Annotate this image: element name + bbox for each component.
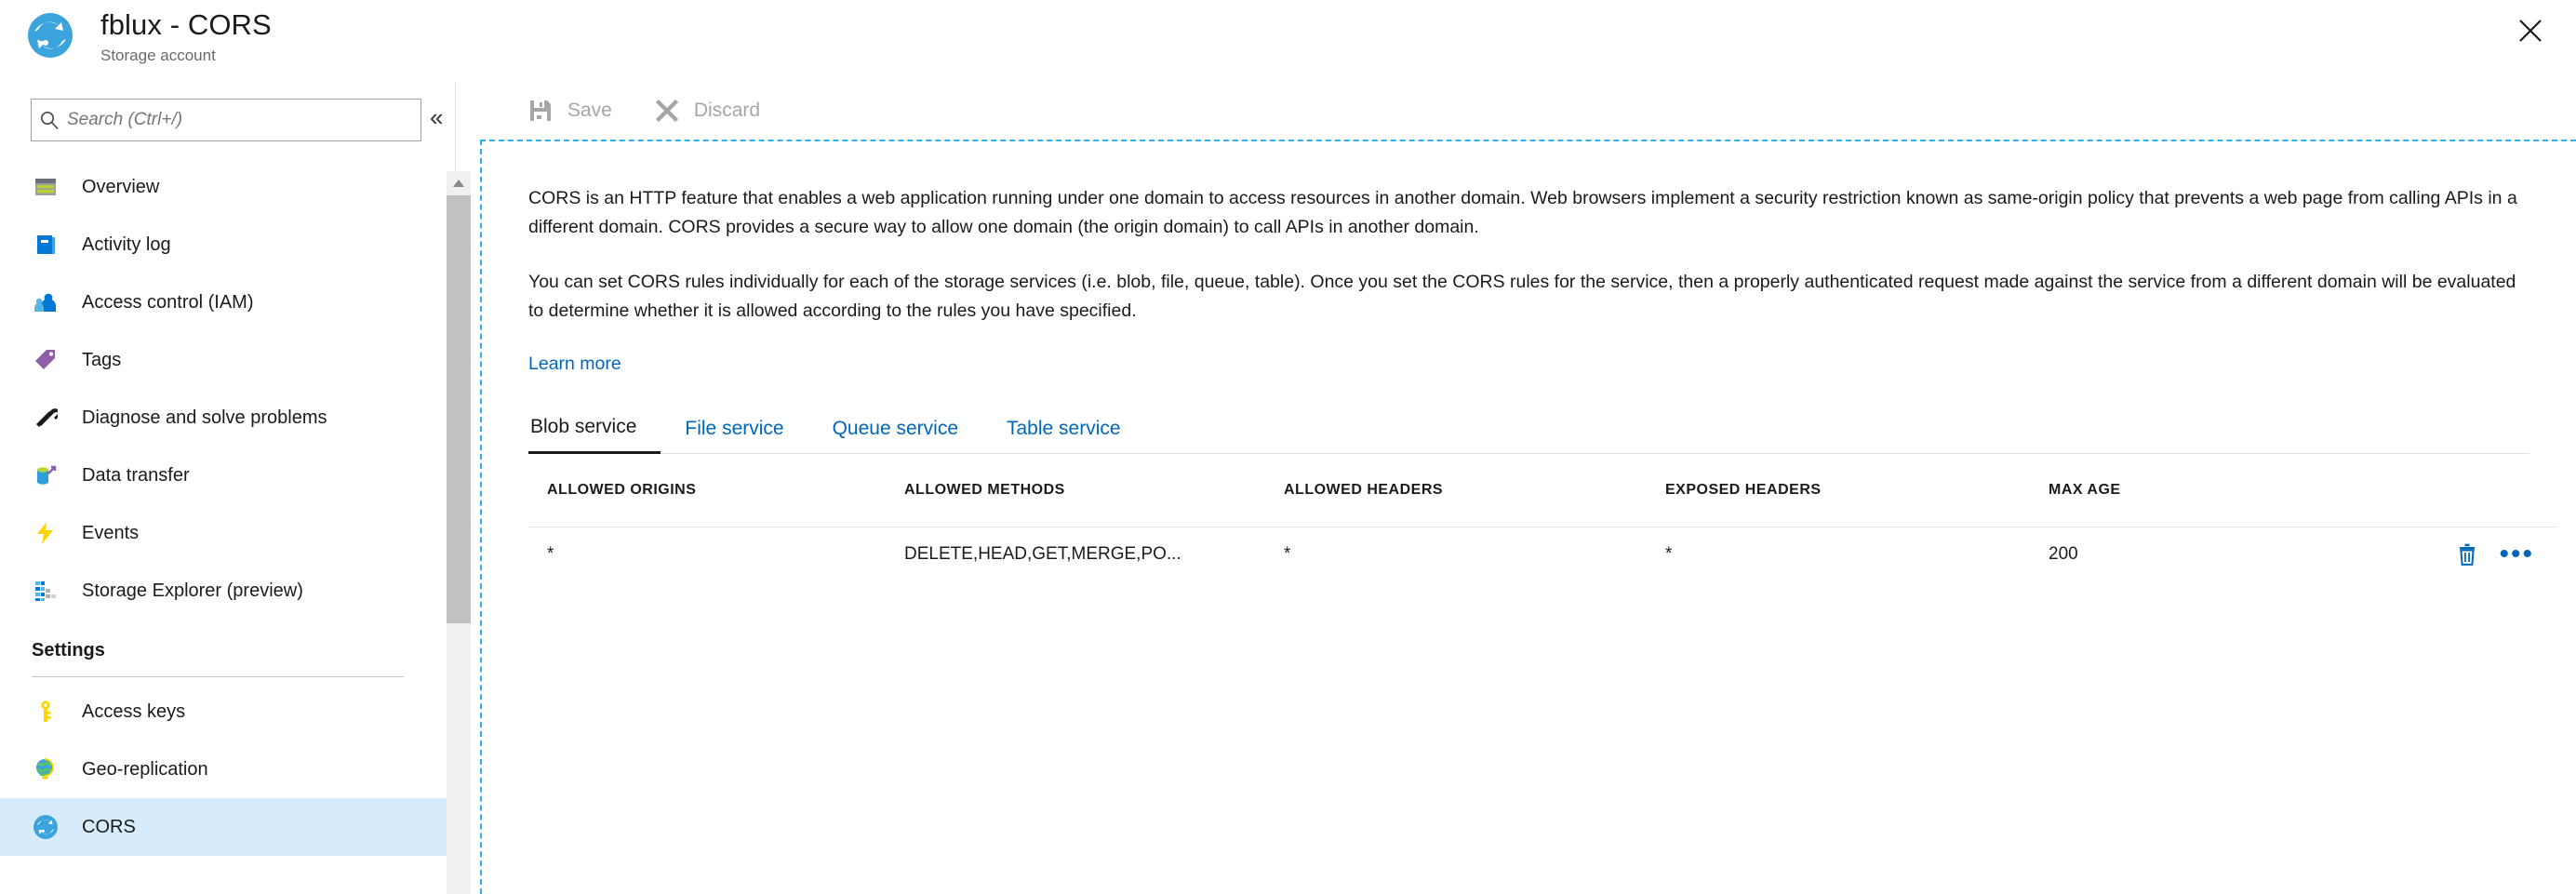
collapse-sidebar-button[interactable]: «: [430, 105, 443, 129]
tab-file-service[interactable]: File service: [661, 418, 808, 453]
discard-x-icon: [653, 97, 681, 125]
blade-sidebar: « Overview: [0, 82, 471, 894]
sidebar-item-label: Geo-replication: [82, 758, 208, 780]
sidebar-item-label: Activity log: [82, 234, 171, 255]
cors-rules-table: ALLOWED ORIGINS ALLOWED METHODS ALLOWED …: [528, 454, 2556, 580]
scrollbar-thumb[interactable]: [447, 195, 471, 623]
sidebar-section-settings: Settings: [0, 620, 447, 667]
trash-icon[interactable]: [2456, 542, 2478, 567]
overview-icon: [32, 173, 60, 201]
column-header-exposed-headers: EXPOSED HEADERS: [1665, 482, 1822, 498]
tab-queue-service[interactable]: Queue service: [808, 418, 982, 453]
save-button[interactable]: Save: [527, 97, 612, 125]
tags-icon: [32, 346, 60, 374]
blade-content: Save Discard CORS is an HTTP feature tha…: [480, 82, 2576, 894]
sidebar-item-tags[interactable]: Tags: [0, 331, 447, 389]
sidebar-item-data-transfer[interactable]: Data transfer: [0, 447, 447, 504]
sidebar-item-label: Access control (IAM): [82, 291, 254, 313]
column-header-allowed-origins: ALLOWED ORIGINS: [547, 482, 697, 498]
sidebar-item-label: Diagnose and solve problems: [82, 407, 327, 428]
cors-description-paragraph-1: CORS is an HTTP feature that enables a w…: [528, 188, 2517, 237]
learn-more-link[interactable]: Learn more: [528, 354, 621, 375]
access-control-icon: [32, 288, 60, 316]
tab-blob-service[interactable]: Blob service: [528, 416, 661, 454]
sidebar-item-events[interactable]: Events: [0, 504, 447, 562]
cors-icon: [32, 813, 60, 841]
search-input[interactable]: [67, 110, 420, 130]
sidebar-nav-list: Overview Activity log Access control (IA…: [0, 158, 447, 856]
service-tabs: Blob service File service Queue service …: [528, 416, 2529, 454]
scroll-up-arrow-icon[interactable]: [447, 171, 471, 195]
sidebar-item-overview[interactable]: Overview: [0, 158, 447, 216]
sidebar-item-label: Overview: [82, 176, 160, 197]
activity-log-icon: [32, 231, 60, 259]
page-subtitle: Storage account: [100, 47, 216, 64]
cell-allowed-headers: *: [1284, 543, 1291, 564]
search-box[interactable]: [31, 99, 421, 141]
storage-explorer-icon: [32, 577, 60, 605]
command-toolbar: Save Discard: [480, 82, 2576, 140]
sidebar-item-label: Tags: [82, 349, 122, 370]
key-icon: [32, 698, 60, 726]
sidebar-item-access-control[interactable]: Access control (IAM): [0, 274, 447, 331]
globe-icon: [32, 755, 60, 783]
sidebar-item-label: Data transfer: [82, 464, 190, 486]
storage-account-icon: [26, 11, 74, 60]
save-disk-icon: [527, 97, 554, 125]
table-header-row: ALLOWED ORIGINS ALLOWED METHODS ALLOWED …: [528, 454, 2556, 527]
cell-max-age: 200: [2049, 543, 2078, 564]
save-label: Save: [567, 100, 612, 121]
cors-description-paragraph-2: You can set CORS rules individually for …: [528, 272, 2516, 321]
close-blade-button[interactable]: [2505, 6, 2556, 56]
section-divider: [32, 676, 404, 677]
row-actions: •••: [2356, 540, 2556, 567]
sidebar-item-diagnose[interactable]: Diagnose and solve problems: [0, 389, 447, 447]
column-header-allowed-headers: ALLOWED HEADERS: [1284, 482, 1444, 498]
page-title: fblux - CORS: [100, 8, 272, 41]
sidebar-item-label: Events: [82, 522, 140, 543]
sidebar-item-access-keys[interactable]: Access keys: [0, 683, 447, 741]
sidebar-item-activity-log[interactable]: Activity log: [0, 216, 447, 274]
table-row[interactable]: * DELETE,HEAD,GET,MERGE,PO... * * 200 ••…: [528, 527, 2556, 580]
sidebar-item-label: CORS: [82, 816, 136, 837]
sidebar-item-label: Storage Explorer (preview): [82, 580, 303, 601]
column-header-max-age: MAX AGE: [2049, 482, 2121, 498]
events-icon: [32, 519, 60, 547]
discard-button[interactable]: Discard: [653, 97, 760, 125]
cell-exposed-headers: *: [1665, 543, 1673, 564]
diagnose-icon: [32, 404, 60, 432]
cors-settings-panel: CORS is an HTTP feature that enables a w…: [480, 140, 2576, 894]
sidebar-item-storage-explorer[interactable]: Storage Explorer (preview): [0, 562, 447, 620]
tab-table-service[interactable]: Table service: [982, 418, 1145, 453]
azure-portal-cors-blade: fblux - CORS Storage account «: [0, 0, 2576, 894]
data-transfer-icon: [32, 461, 60, 489]
header-text-group: fblux - CORS Storage account: [100, 7, 272, 67]
search-icon: [32, 110, 67, 130]
section-title: Settings: [32, 640, 105, 660]
sidebar-scrollbar[interactable]: [447, 171, 471, 894]
discard-label: Discard: [693, 100, 761, 121]
sidebar-item-cors[interactable]: CORS: [0, 798, 447, 856]
cell-allowed-methods: DELETE,HEAD,GET,MERGE,PO...: [904, 543, 1181, 564]
cell-allowed-origins: *: [547, 543, 554, 564]
ellipsis-icon[interactable]: •••: [2499, 540, 2534, 567]
sidebar-item-label: Access keys: [82, 701, 186, 722]
blade-header: fblux - CORS Storage account: [0, 0, 2576, 82]
column-header-allowed-methods: ALLOWED METHODS: [904, 482, 1065, 498]
sidebar-item-geo-replication[interactable]: Geo-replication: [0, 741, 447, 798]
